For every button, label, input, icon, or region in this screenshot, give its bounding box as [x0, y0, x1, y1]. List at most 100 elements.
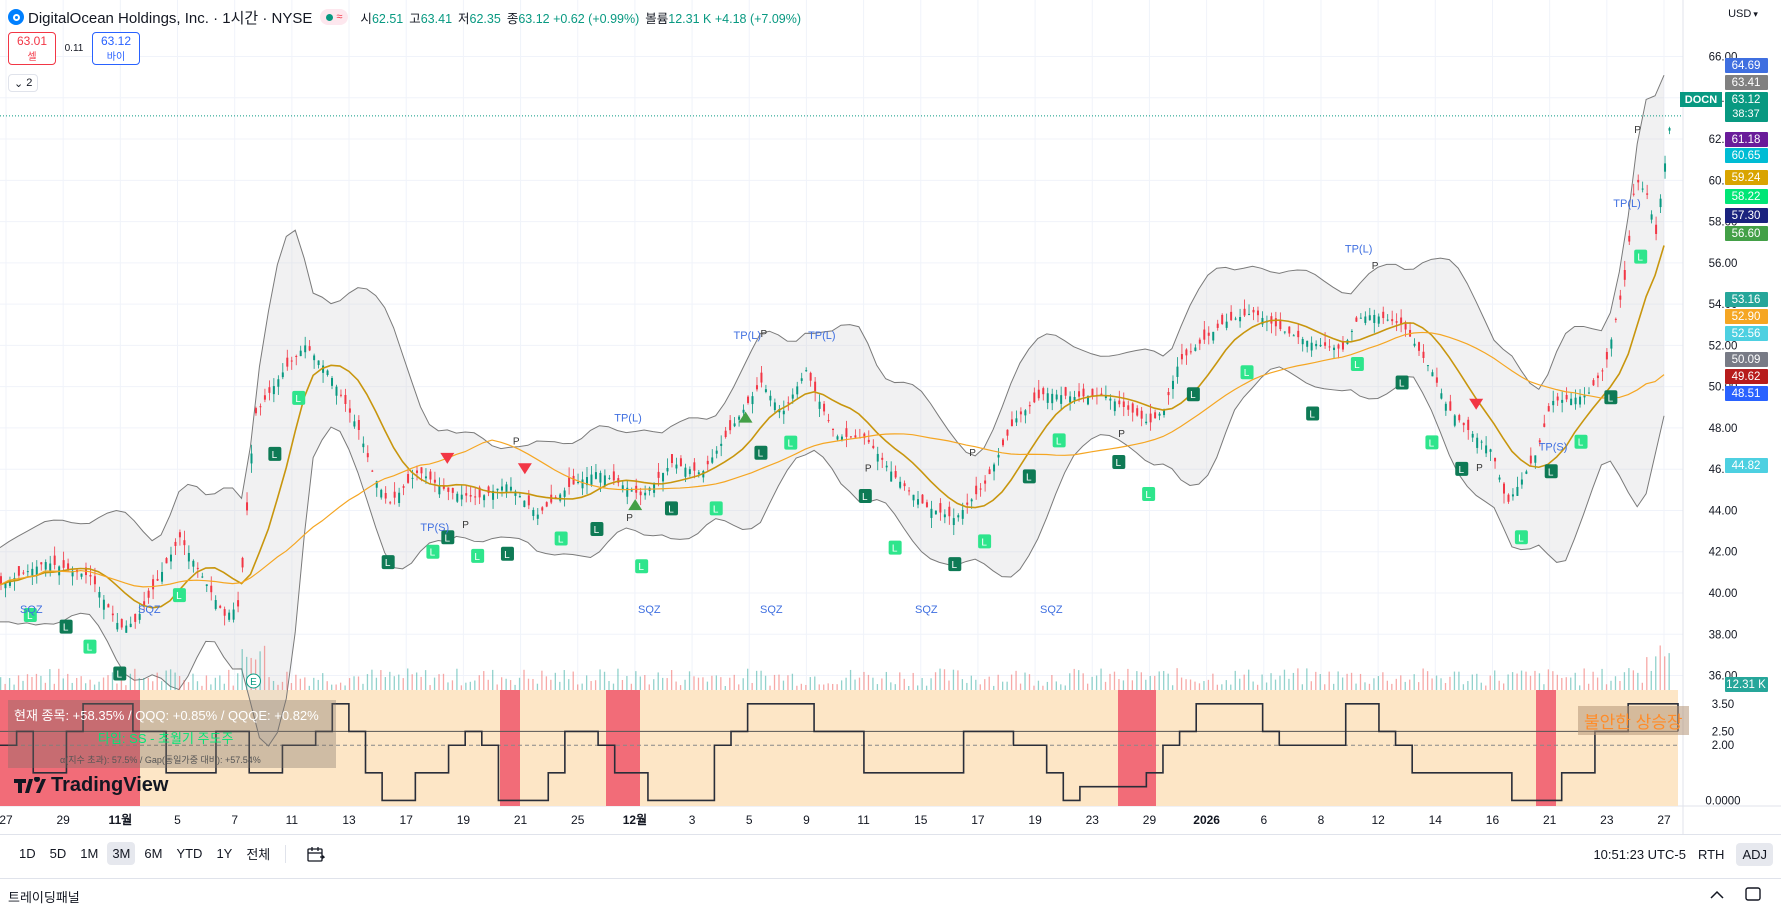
volume-bar	[1310, 681, 1312, 690]
volume-bar	[295, 674, 297, 690]
candle-body	[715, 450, 718, 454]
sub-pane-axis: 3.50 2.50 2.00 0.0000	[1705, 699, 1740, 808]
signal-l-marker: L	[1425, 435, 1439, 450]
signal-l-marker: L	[59, 619, 73, 634]
signal-l-text: L	[1458, 465, 1464, 476]
volume-bar	[232, 685, 234, 690]
session-button[interactable]: RTH	[1698, 847, 1724, 862]
volume-bar	[912, 672, 914, 690]
sell-button[interactable]: 63.01 셀	[8, 32, 56, 65]
candle-body	[129, 623, 132, 628]
buy-price: 63.12	[100, 34, 132, 48]
range-1m-button[interactable]: 1M	[75, 842, 103, 865]
volume-bar	[1520, 670, 1523, 690]
candle-body	[429, 471, 432, 480]
volume-bar	[1091, 676, 1093, 690]
volume-bar	[1060, 684, 1062, 690]
volume-bar	[1480, 682, 1482, 690]
adj-button[interactable]: ADJ	[1736, 843, 1773, 866]
candle-body	[1015, 418, 1018, 423]
tradingview-logo-icon	[14, 776, 46, 793]
volume-bar	[1042, 685, 1044, 690]
volume-bar	[89, 679, 91, 690]
volume-bar	[1243, 674, 1245, 690]
signal-l-text: L	[1056, 436, 1062, 447]
candle-body	[250, 453, 253, 464]
volume-bar	[1359, 673, 1362, 690]
candle-body	[1516, 486, 1519, 496]
indicators-collapse-button[interactable]: ⌄ 2	[8, 74, 39, 92]
signal-l-text: L	[1399, 379, 1405, 390]
clock-timezone[interactable]: 10:51:23 UTC-5	[1593, 847, 1686, 862]
range-3m-button[interactable]: 3M	[107, 842, 136, 865]
volume-bar	[523, 669, 525, 690]
candle-body	[1507, 494, 1510, 502]
volume-bar	[272, 680, 275, 690]
buy-button[interactable]: 63.12 바이	[92, 32, 140, 65]
volume-bar	[1212, 673, 1214, 690]
time-axis-label: 19	[1028, 813, 1042, 827]
candle-body	[693, 462, 696, 471]
candle-body	[1628, 235, 1631, 242]
range-1y-button[interactable]: 1Y	[211, 842, 237, 865]
market-status-badge[interactable]: ≈	[320, 9, 349, 25]
volume-bar	[1552, 671, 1554, 690]
bottom-right-controls: 10:51:23 UTC-5 RTH ADJ	[1593, 843, 1773, 866]
candle-body	[299, 350, 302, 357]
buy-label: 바이	[106, 52, 126, 63]
volume-bar	[357, 676, 360, 690]
currency-selector[interactable]: USD ▾	[1718, 4, 1768, 24]
candle-body	[1189, 351, 1192, 353]
candle-body	[1319, 344, 1322, 347]
candle-body	[1221, 314, 1224, 325]
range-6m-button[interactable]: 6M	[139, 842, 167, 865]
candle-body	[281, 372, 284, 378]
volume-bar	[125, 685, 127, 690]
volume-bar	[724, 685, 726, 690]
chevron-up-icon[interactable]	[1709, 888, 1725, 903]
range-5d-button[interactable]: 5D	[45, 842, 72, 865]
volume-bar	[1301, 684, 1304, 690]
candle-body	[1230, 311, 1233, 321]
trading-panel-bar[interactable]: 트레이딩패널	[0, 878, 1781, 914]
price-tag-text: 64.69	[1732, 60, 1761, 72]
volume-bar	[1507, 674, 1509, 690]
volume-bar	[863, 671, 865, 690]
time-axis[interactable]: 27 29 11월 5 7 11 13 17 19 21 25 12월 3 5 9 11 15 17 19 23 29 2…	[0, 812, 1671, 827]
candle-body	[295, 355, 298, 357]
tradingview-logo[interactable]: TradingView	[12, 774, 168, 797]
range-1d-button[interactable]: 1D	[14, 842, 41, 865]
goto-date-icon[interactable]	[306, 845, 326, 863]
volume-bar	[1650, 670, 1652, 690]
volume-bar	[241, 649, 243, 690]
volume-bar	[979, 684, 981, 690]
candle-body	[1324, 342, 1327, 346]
volume-bar	[626, 675, 628, 690]
price-axis-tick: 48.00	[1709, 423, 1738, 435]
candle-body	[1431, 372, 1434, 377]
price-tag-text: 52.56	[1732, 328, 1761, 340]
candle-body	[1444, 403, 1447, 411]
candle-body	[688, 469, 691, 475]
candle-body	[1171, 380, 1174, 390]
range-all-button[interactable]: 전체	[241, 840, 275, 867]
maximize-icon[interactable]	[1745, 887, 1761, 904]
price-tag-text: 44.82	[1732, 460, 1761, 472]
candle-body	[1055, 394, 1058, 400]
symbol-title[interactable]: DigitalOcean Holdings, Inc. · 1시간 · NYSE	[28, 7, 312, 28]
volume-bar	[773, 674, 776, 690]
volume-bar	[894, 684, 896, 690]
candle-body	[111, 613, 114, 616]
volume-bar	[1382, 672, 1384, 690]
volume-bar	[134, 668, 136, 690]
sub-pane-stats-text: 현재 종목: +58.35% / QQQ: +0.85% / QQQE: +0.…	[14, 708, 319, 723]
volume-bar	[26, 674, 29, 690]
p-label: P	[1634, 125, 1641, 136]
volume-bar	[1198, 683, 1201, 690]
time-axis-label: 17	[971, 813, 985, 827]
range-ytd-button[interactable]: YTD	[171, 842, 207, 865]
chevron-down-icon: ⌄	[14, 77, 24, 90]
volume-bar	[169, 669, 172, 690]
price-tag-text: 49.62	[1732, 371, 1761, 383]
signal-l-text: L	[952, 560, 958, 571]
